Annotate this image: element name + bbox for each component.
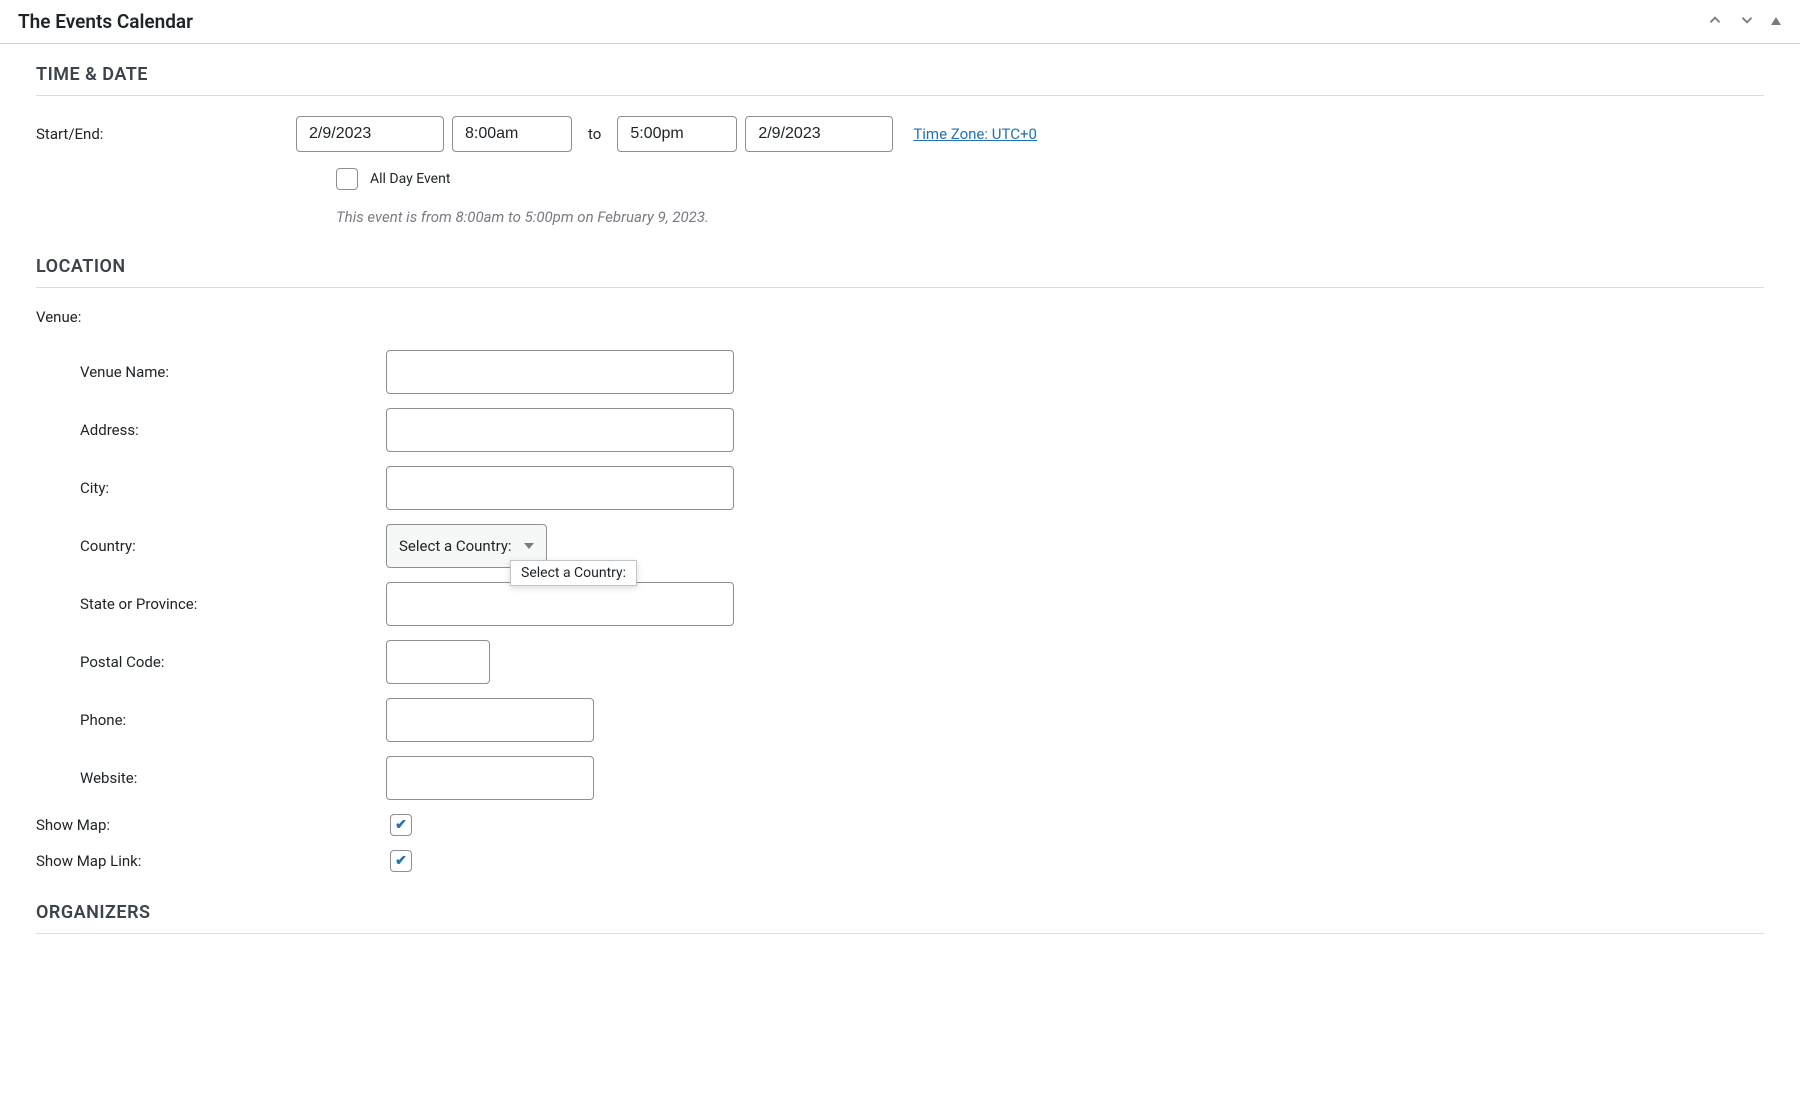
venue-name-input[interactable] [386,350,734,394]
show-map-link-row: Show Map Link: [36,850,1764,872]
panel-header-controls [1706,11,1782,33]
chevron-up-icon[interactable] [1706,11,1724,33]
state-label: State or Province: [80,595,386,613]
show-map-link-label: Show Map Link: [36,852,390,870]
country-selected-value: Select a Country: [399,537,512,555]
country-row: Country: Select a Country: Select a Coun… [36,524,1764,568]
phone-input[interactable] [386,698,594,742]
panel-title: The Events Calendar [18,10,193,33]
website-label: Website: [80,769,386,787]
event-summary-text: This event is from 8:00am to 5:00pm on F… [336,208,1764,226]
address-input[interactable] [386,408,734,452]
section-location: LOCATION [36,256,1764,288]
website-row: Website: [36,756,1764,800]
all-day-row: All Day Event [336,168,1764,190]
start-end-label: Start/End: [36,125,296,143]
phone-label: Phone: [80,711,386,729]
postal-label: Postal Code: [80,653,386,671]
city-row: City: [36,466,1764,510]
chevron-down-icon[interactable] [1738,11,1756,33]
venue-name-label: Venue Name: [80,363,386,381]
show-map-checkbox[interactable] [390,814,412,836]
show-map-link-checkbox[interactable] [390,850,412,872]
country-label: Country: [80,537,386,555]
venue-name-row: Venue Name: [36,350,1764,394]
postal-row: Postal Code: [36,640,1764,684]
city-label: City: [80,479,386,497]
venue-row: Venue: [36,308,1764,326]
all-day-checkbox[interactable] [336,168,358,190]
to-separator: to [588,125,601,143]
website-input[interactable] [386,756,594,800]
panel-content: TIME & DATE Start/End: to Time Zone: UTC… [0,44,1800,974]
address-label: Address: [80,421,386,439]
venue-label: Venue: [36,308,346,326]
end-time-input[interactable] [617,116,737,152]
state-input[interactable] [386,582,734,626]
start-time-input[interactable] [452,116,572,152]
section-time-date: TIME & DATE [36,64,1764,96]
address-row: Address: [36,408,1764,452]
end-date-input[interactable] [745,116,893,152]
panel-header: The Events Calendar [0,0,1800,44]
city-input[interactable] [386,466,734,510]
show-map-label: Show Map: [36,816,390,834]
state-row: State or Province: [36,582,1764,626]
start-end-inputs: to Time Zone: UTC+0 [296,116,1037,152]
country-select-wrapper: Select a Country: Select a Country: [386,524,547,568]
phone-row: Phone: [36,698,1764,742]
start-end-row: Start/End: to Time Zone: UTC+0 [36,116,1764,152]
country-tooltip: Select a Country: [510,560,637,586]
triangle-up-icon[interactable] [1770,12,1782,31]
postal-input[interactable] [386,640,490,684]
section-organizers: ORGANIZERS [36,902,1764,934]
all-day-label: All Day Event [370,171,450,187]
show-map-row: Show Map: [36,814,1764,836]
start-date-input[interactable] [296,116,444,152]
timezone-link[interactable]: Time Zone: UTC+0 [913,125,1037,143]
